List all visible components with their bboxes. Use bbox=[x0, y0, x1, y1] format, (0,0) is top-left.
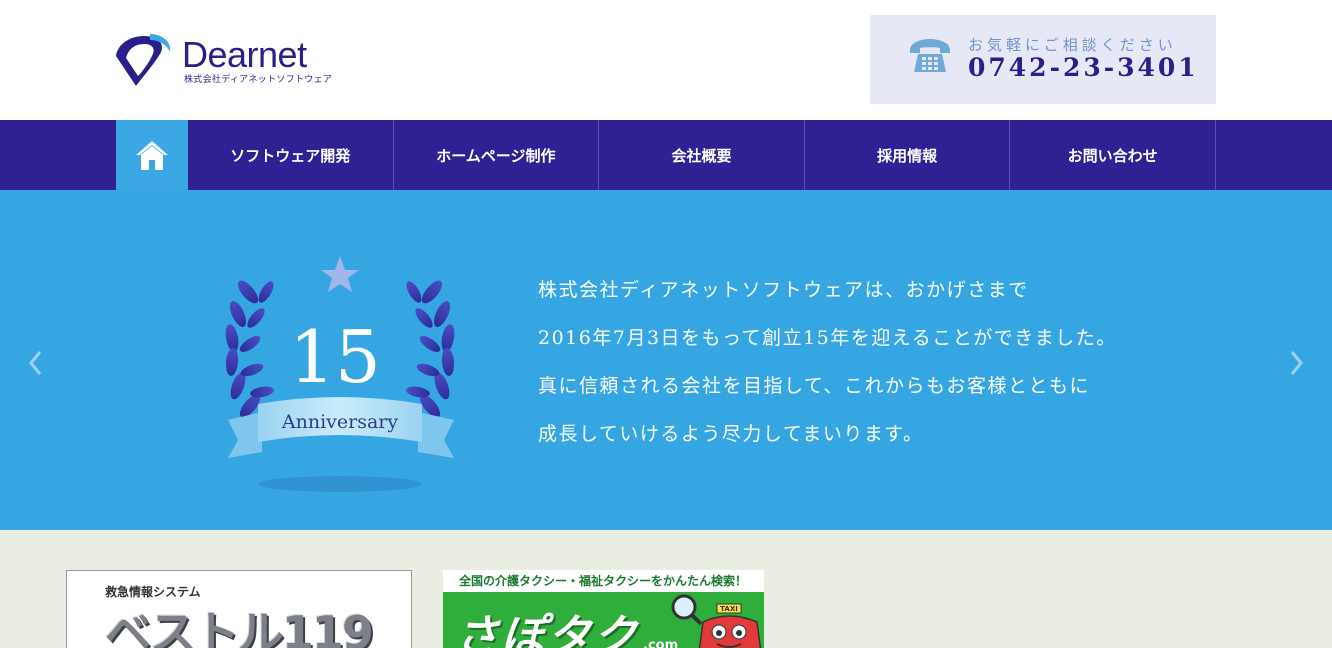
nav-home-button[interactable] bbox=[116, 120, 188, 190]
taxi-sign-text: TAXI bbox=[720, 605, 738, 613]
nav-item-company[interactable]: 会社概要 bbox=[599, 120, 805, 190]
sapotaku-tagline: 全国の介護タクシー・福祉タクシーをかんたん検索！ bbox=[443, 570, 764, 592]
bestoru-banner[interactable]: 救急情報システム ベストル119 bbox=[66, 570, 412, 648]
nav-item-contact[interactable]: お問い合わせ bbox=[1010, 120, 1216, 190]
taxi-mascot-icon: TAXI bbox=[698, 603, 762, 648]
banner-area: 救急情報システム ベストル119 全国の介護タクシー・福祉タクシーをかんたん検索… bbox=[0, 530, 1332, 648]
hero-message: 株式会社ディアネットソフトウェアは、おかげさまで 2016年7月3日をもって創立… bbox=[538, 266, 1178, 458]
hero-slider: 15 Anniversary 株式会社ディアネットソフトウェアは、おかげさまで … bbox=[0, 190, 1332, 530]
site-header: Dearnet 株式会社ディアネットソフトウェア お気軽にご相談ください 074… bbox=[0, 0, 1332, 120]
home-icon bbox=[136, 141, 168, 170]
anniversary-emblem: 15 Anniversary bbox=[225, 256, 455, 492]
slider-next-icon[interactable] bbox=[1286, 348, 1306, 378]
nav-items: ソフトウェア開発 ホームページ制作 会社概要 採用情報 お問い合わせ bbox=[188, 120, 1216, 190]
hero-line: 2016年7月3日をもって創立15年を迎えることができました。 bbox=[538, 327, 1117, 349]
hero-line: 真に信頼される会社を目指して、これからもお客様とともに bbox=[538, 375, 1090, 397]
phone-icon bbox=[910, 39, 950, 72]
hero-line: 株式会社ディアネットソフトウェアは、おかげさまで bbox=[538, 279, 1029, 301]
main-nav: ソフトウェア開発 ホームページ制作 会社概要 採用情報 お問い合わせ bbox=[0, 120, 1332, 190]
sapotaku-logo-text: さぽタク bbox=[455, 611, 639, 648]
site-logo[interactable]: Dearnet 株式会社ディアネットソフトウェア bbox=[114, 32, 344, 90]
nav-item-recruit[interactable]: 採用情報 bbox=[805, 120, 1011, 190]
sapotaku-logo-suffix: .com bbox=[643, 638, 679, 648]
emblem-number: 15 bbox=[289, 315, 381, 399]
emblem-ribbon-text: Anniversary bbox=[281, 411, 398, 433]
slider-prev-icon[interactable] bbox=[26, 348, 46, 378]
contact-label: お気軽にご相談ください bbox=[968, 36, 1177, 54]
logo-text: Dearnet bbox=[182, 34, 307, 75]
logo-mark-icon bbox=[116, 34, 171, 86]
contact-phone-number[interactable]: 0742-23-3401 bbox=[968, 53, 1199, 82]
logo-subtitle: 株式会社ディアネットソフトウェア bbox=[184, 75, 333, 85]
nav-item-homepage[interactable]: ホームページ制作 bbox=[394, 120, 600, 190]
bestoru-title: ベストル119 bbox=[105, 606, 374, 648]
nav-item-software[interactable]: ソフトウェア開発 bbox=[188, 120, 394, 190]
sapotaku-banner[interactable]: 全国の介護タクシー・福祉タクシーをかんたん検索！ さぽタク .com TAXI bbox=[443, 570, 764, 648]
contact-box[interactable]: お気軽にご相談ください 0742-23-3401 bbox=[870, 15, 1216, 104]
hero-line: 成長していけるよう尽力してまいります。 bbox=[538, 423, 924, 445]
